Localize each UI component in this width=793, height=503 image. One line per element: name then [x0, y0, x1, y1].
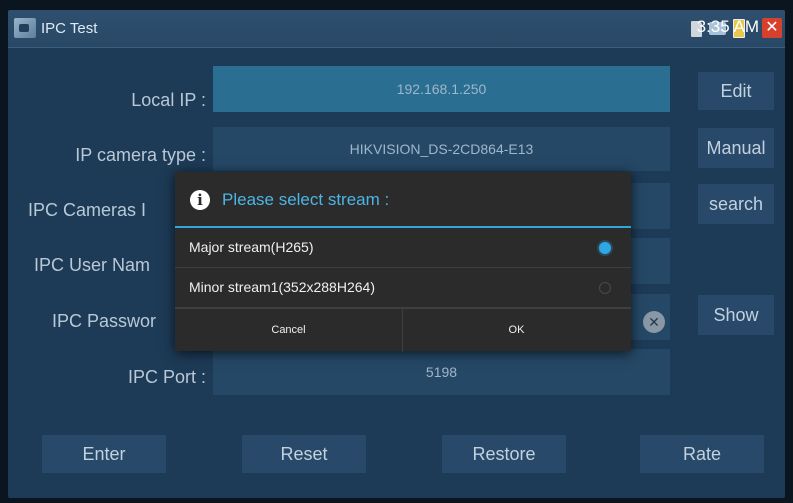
option-label: Minor stream1(352x288H264) [189, 279, 375, 295]
info-icon: i [190, 190, 210, 210]
show-button[interactable]: Show [698, 295, 774, 335]
dialog-actions: Cancel OK [175, 308, 631, 352]
camera-type-label: IP camera type : [75, 145, 206, 165]
dialog-title: Please select stream : [222, 190, 390, 209]
status-bar: IPC Test 3:35 AM ✕ [8, 10, 785, 48]
port-label: IPC Port : [127, 367, 206, 387]
dialog-header: i Please select stream : [175, 172, 631, 226]
manual-button[interactable]: Manual [698, 128, 774, 168]
local-ip-field[interactable]: 192.168.1.250 [213, 66, 670, 112]
rate-button[interactable]: Rate [640, 435, 764, 473]
app-title: IPC Test [41, 20, 98, 37]
ok-button[interactable]: OK [403, 309, 630, 352]
ipc-cameras-label: IPC Cameras I [28, 200, 147, 220]
cancel-button[interactable]: Cancel [175, 309, 403, 352]
radio-selected[interactable] [599, 242, 611, 254]
search-button[interactable]: search [698, 184, 774, 224]
restore-button[interactable]: Restore [442, 435, 566, 473]
user-name-label: IPC User Nam [34, 255, 151, 275]
app-icon [14, 18, 36, 38]
local-ip-label: Local IP : [131, 90, 206, 110]
close-icon[interactable]: ✕ [762, 18, 782, 38]
stream-option-major[interactable]: Major stream(H265) [175, 228, 631, 268]
enter-button[interactable]: Enter [42, 435, 166, 473]
reset-button[interactable]: Reset [242, 435, 366, 473]
camera-type-field[interactable]: HIKVISION_DS-2CD864-E13 [213, 127, 670, 171]
edit-button[interactable]: Edit [698, 72, 774, 110]
option-label: Major stream(H265) [189, 239, 314, 255]
radio-unselected[interactable] [599, 282, 611, 294]
clock: 3:35 AM [696, 17, 759, 36]
stream-option-minor[interactable]: Minor stream1(352x288H264) [175, 268, 631, 308]
ipc-test-screen: IPC Test 3:35 AM ✕ Local IP : 192.168.1.… [8, 10, 785, 498]
stream-select-dialog: i Please select stream : Major stream(H2… [175, 172, 631, 352]
password-label: IPC Passwor [52, 311, 157, 331]
port-field[interactable]: 5198 [213, 349, 670, 395]
clear-icon[interactable]: ✕ [643, 311, 665, 333]
